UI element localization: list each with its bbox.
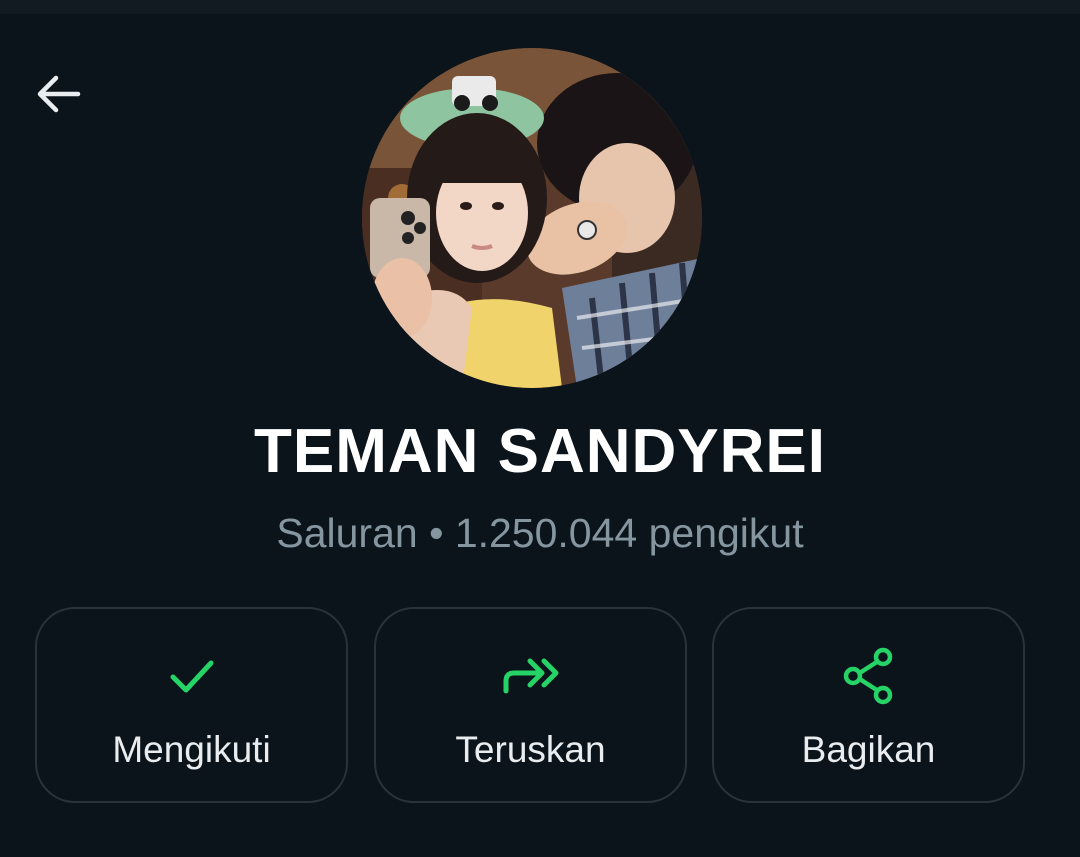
following-button[interactable]: Mengikuti bbox=[35, 607, 348, 803]
share-icon bbox=[843, 647, 892, 705]
check-icon bbox=[170, 660, 213, 693]
share-button[interactable]: Bagikan bbox=[712, 607, 1025, 803]
action-bar: Mengikuti Teruskan Bagikan bbox=[35, 607, 1028, 807]
forward-button-label: Teruskan bbox=[455, 729, 606, 770]
channel-subtitle: Saluran • 1.250.044 pengikut bbox=[276, 510, 804, 556]
back-button[interactable] bbox=[26, 62, 90, 126]
share-button-label: Bagikan bbox=[801, 729, 936, 770]
channel-avatar-photo bbox=[362, 48, 702, 388]
following-button-label: Mengikuti bbox=[112, 729, 271, 770]
arrow-left-icon bbox=[37, 75, 81, 113]
status-strip bbox=[0, 0, 1080, 14]
forward-icon bbox=[503, 658, 558, 694]
forward-button[interactable]: Teruskan bbox=[374, 607, 687, 803]
channel-avatar[interactable] bbox=[362, 48, 702, 388]
channel-name: TEMAN SANDYREI bbox=[253, 417, 827, 486]
